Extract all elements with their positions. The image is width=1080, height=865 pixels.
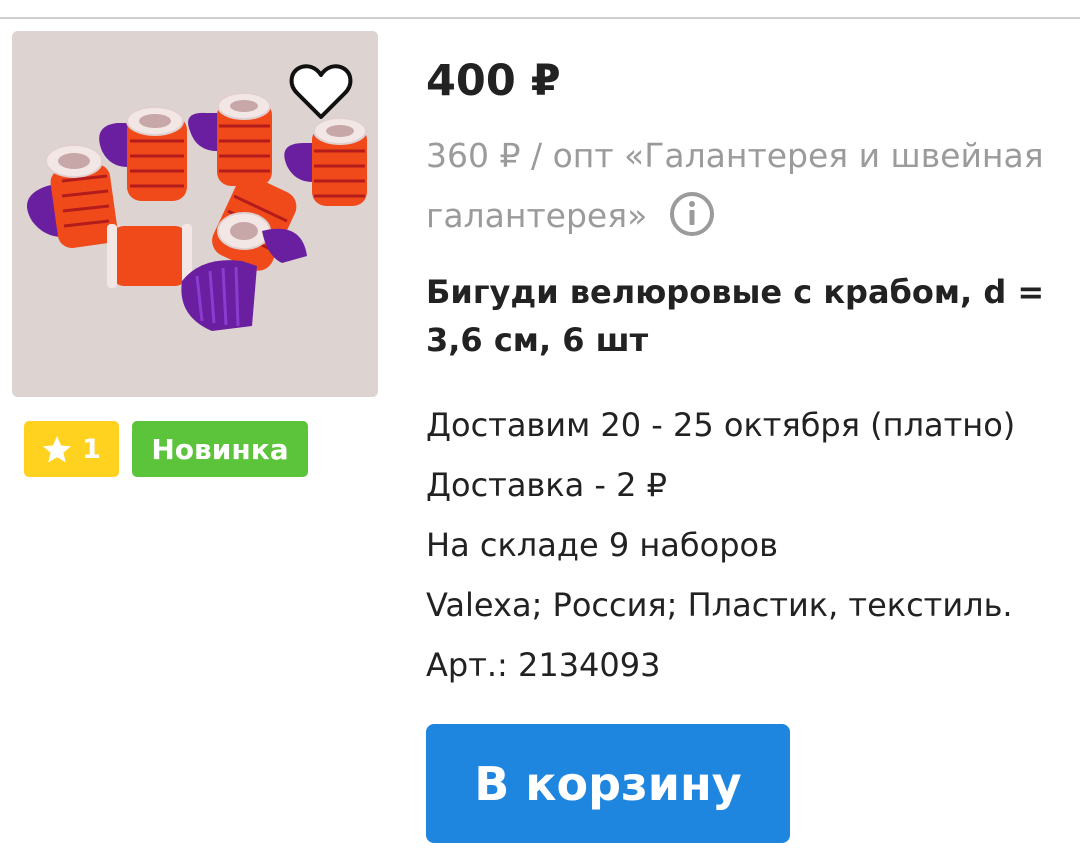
rating-value: 1	[82, 433, 101, 465]
stock-status: На складе 9 наборов	[426, 526, 778, 564]
delivery-date: Доставим 20 - 25 октября (платно)	[426, 406, 1016, 444]
curler-6	[107, 224, 192, 288]
wholesale-text: 360 ₽ / опт «Галантерея и швейная галант…	[426, 136, 1044, 235]
product-title[interactable]: Бигуди велюровые с крабом, d = 3,6 см, 6…	[426, 268, 1056, 364]
add-to-cart-button[interactable]: В корзину	[426, 724, 790, 843]
star-icon	[43, 435, 72, 462]
price: 400 ₽	[426, 56, 561, 106]
info-circle-icon[interactable]	[668, 190, 716, 238]
brand-info: Valexa; Россия; Пластик, текстиль.	[426, 586, 1013, 624]
wholesale-price: 360 ₽ / опт «Галантерея и швейная галант…	[426, 126, 1046, 246]
badges: 1 Новинка	[24, 421, 308, 477]
rating-badge: 1	[24, 421, 119, 477]
product-card: 1 Новинка 400 ₽ 360 ₽ / опт «Галантерея …	[0, 0, 1080, 865]
delivery-cost: Доставка - 2 ₽	[426, 466, 667, 504]
article-number: Арт.: 2134093	[426, 646, 661, 684]
heart-outline-icon[interactable]	[288, 62, 354, 124]
new-badge-label: Новинка	[151, 432, 289, 466]
new-badge: Новинка	[132, 421, 308, 477]
product-details: Доставим 20 - 25 октября (платно) Достав…	[426, 395, 1066, 695]
